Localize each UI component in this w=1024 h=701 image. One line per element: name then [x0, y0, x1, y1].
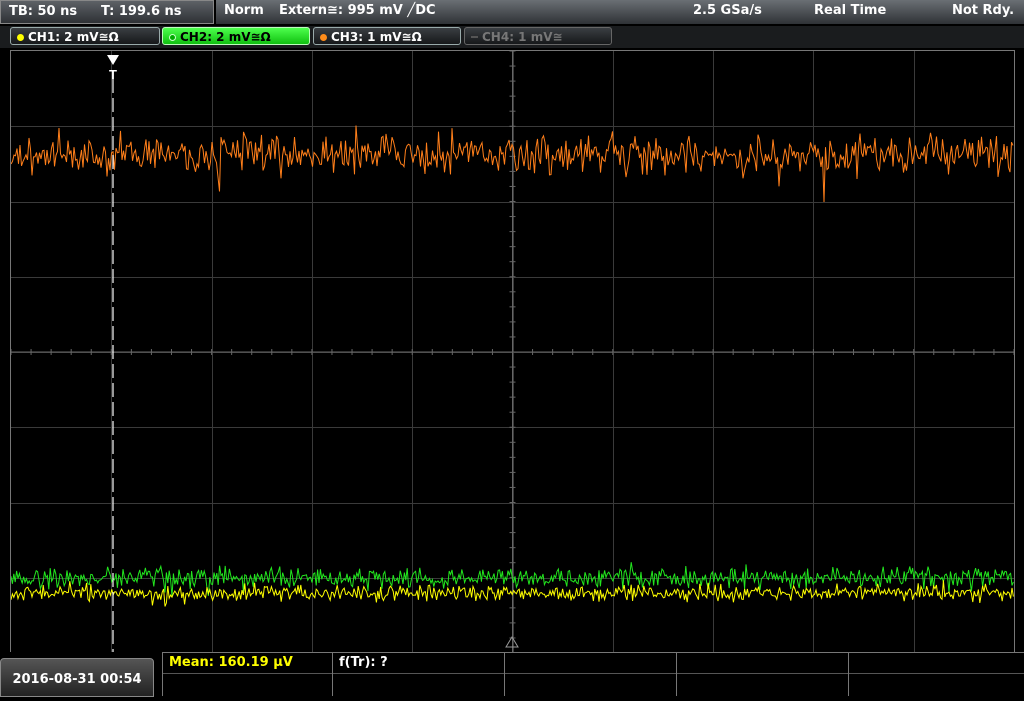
- channel-2-button[interactable]: CH2: 2 mV≅Ω: [162, 27, 310, 45]
- trigger-source[interactable]: Extern≅: 995 mV ╱DC: [279, 0, 436, 22]
- trigger-marker-label: T: [109, 67, 117, 82]
- sample-rate: 2.5 GSa/s: [693, 3, 762, 18]
- measurement-panel[interactable]: Mean: 160.19 µV f(Tr): ?: [162, 652, 1024, 696]
- measurement-cell-2[interactable]: f(Tr): ?: [332, 653, 504, 696]
- timebase-panel[interactable]: TB: 50 ns T: 199.6 ns: [0, 0, 214, 24]
- channel-3-button[interactable]: CH3: 1 mV≅Ω: [313, 27, 461, 45]
- trigger-time-value: T: 199.6 ns: [101, 4, 182, 19]
- trigger-position-icon[interactable]: [107, 55, 119, 65]
- channel-1-label: CH1: 2 mV≅Ω: [28, 30, 119, 44]
- acquisition-mode: Real Time: [814, 3, 887, 18]
- status-bar[interactable]: Norm Extern≅: 995 mV ╱DC 2.5 GSa/s Real …: [216, 0, 1024, 24]
- channel-2-label: CH2: 2 mV≅Ω: [180, 30, 271, 44]
- trigger-mode[interactable]: Norm: [224, 0, 264, 22]
- channel-bar: CH1: 2 mV≅Ω CH2: 2 mV≅Ω CH3: 1 mV≅Ω CH4:…: [0, 26, 1024, 48]
- measurement-cell-4[interactable]: [676, 653, 848, 696]
- channel-1-button[interactable]: CH1: 2 mV≅Ω: [10, 27, 160, 45]
- channel-3-label: CH3: 1 mV≅Ω: [331, 30, 422, 44]
- channel-1-dot-icon: [17, 34, 24, 41]
- measurement-cell-1[interactable]: Mean: 160.19 µV: [162, 653, 332, 696]
- mean-measurement: Mean: 160.19 µV: [169, 655, 293, 670]
- channel-2-dot-icon: [169, 34, 176, 41]
- graticule-axes: [11, 51, 1014, 653]
- waveform-display[interactable]: T: [10, 50, 1015, 654]
- ftr-measurement: f(Tr): ?: [339, 655, 388, 670]
- channel-4-dot-icon: [471, 36, 478, 38]
- channel-4-button[interactable]: CH4: 1 mV≅: [464, 27, 612, 45]
- datetime-display: 2016-08-31 00:54: [0, 658, 154, 697]
- measurement-cell-3[interactable]: [504, 653, 676, 696]
- channel-3-dot-icon: [320, 34, 327, 41]
- run-status: Not Rdy.: [952, 3, 1015, 18]
- measurement-cell-5[interactable]: [848, 653, 1024, 696]
- channel-4-label: CH4: 1 mV≅: [482, 30, 563, 44]
- timebase-value: TB: 50 ns: [9, 4, 78, 19]
